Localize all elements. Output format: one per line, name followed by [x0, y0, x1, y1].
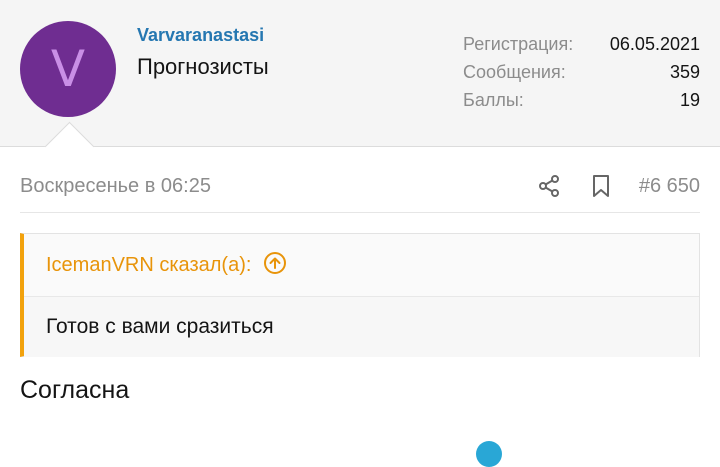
- stat-label: Баллы:: [463, 89, 524, 110]
- stat-label: Регистрация:: [463, 33, 574, 54]
- user-title: Прогнозисты: [137, 54, 269, 79]
- user-header: V Varvaranastasi Прогнозисты Регистрация…: [0, 0, 720, 147]
- stat-value: 19: [679, 89, 700, 110]
- go-to-quote-icon[interactable]: [263, 251, 287, 280]
- avatar-letter: V: [50, 40, 86, 98]
- post-body: Согласна: [20, 376, 130, 404]
- reaction-icon[interactable]: [476, 441, 502, 467]
- quote-author-link[interactable]: IcemanVRN сказал(а):: [46, 254, 251, 277]
- stat-label: Сообщения:: [463, 61, 566, 82]
- share-icon[interactable]: [535, 172, 563, 200]
- username-link[interactable]: Varvaranastasi: [137, 25, 264, 46]
- post-meta: Воскресенье в 06:25 #6 650: [20, 170, 700, 202]
- quote-text: Готов с вами сразиться: [24, 297, 699, 357]
- avatar[interactable]: V: [20, 21, 116, 117]
- stat-registration: Регистрация: 06.05.2021: [463, 30, 700, 58]
- stat-value: 06.05.2021: [609, 33, 700, 54]
- user-stats: Регистрация: 06.05.2021 Сообщения: 359 Б…: [463, 30, 700, 114]
- post-date[interactable]: Воскресенье в 06:25: [20, 175, 535, 198]
- quote-block: IcemanVRN сказал(а): Готов с вами сразит…: [20, 233, 700, 357]
- quote-header: IcemanVRN сказал(а):: [24, 234, 699, 297]
- bookmark-icon[interactable]: [587, 172, 615, 200]
- stat-messages: Сообщения: 359: [463, 58, 700, 86]
- meta-divider: [20, 212, 700, 213]
- post-number-link[interactable]: #6 650: [639, 175, 700, 198]
- stat-value: 359: [669, 61, 700, 82]
- stat-points: Баллы: 19: [463, 86, 700, 114]
